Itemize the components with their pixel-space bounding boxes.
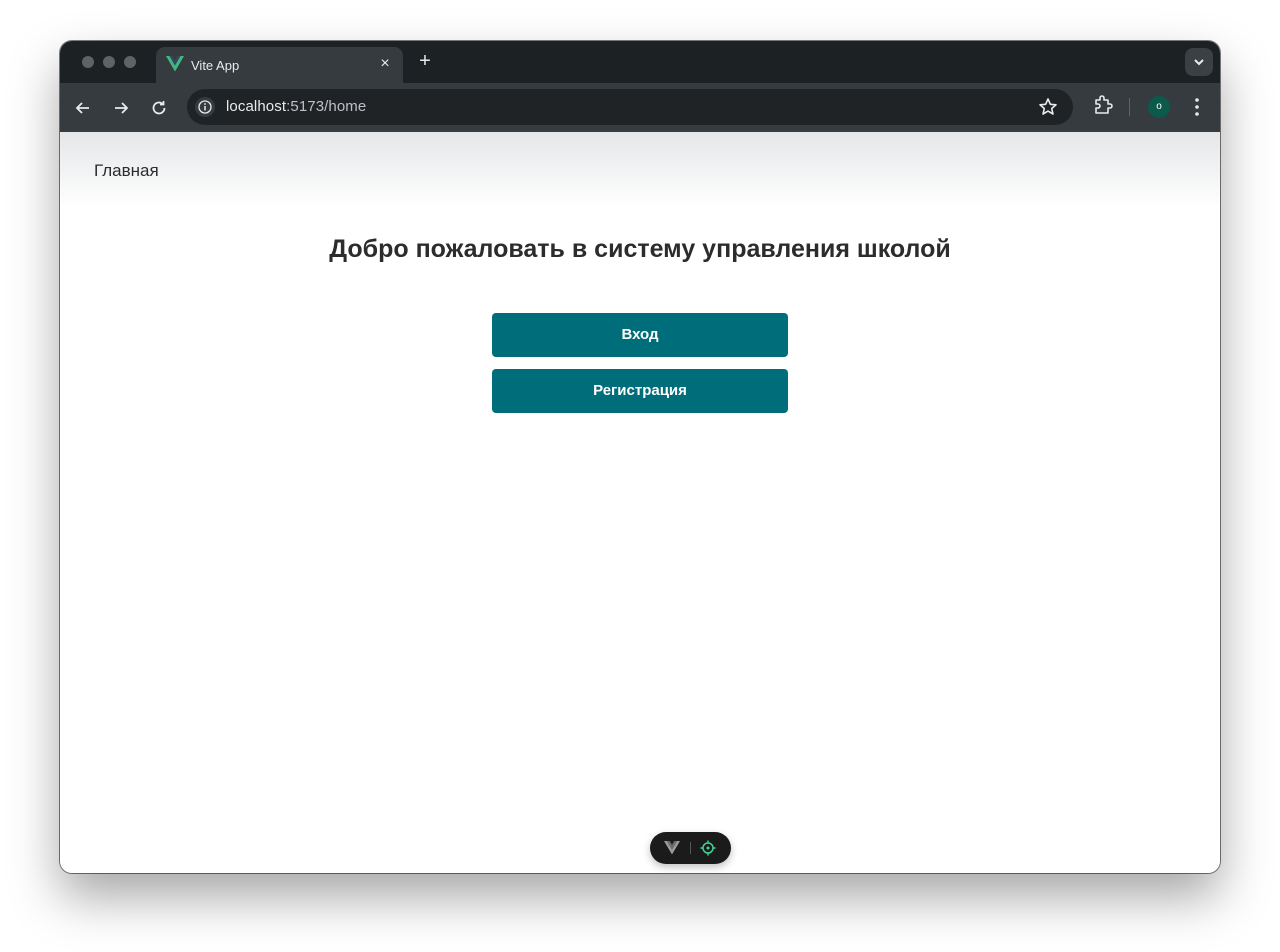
forward-arrow-icon bbox=[115, 102, 129, 114]
vue-devtools-logo-icon bbox=[664, 841, 680, 855]
page-content: Главная Добро пожаловать в систему управ… bbox=[60, 132, 1220, 873]
tab-bar: Vite App × + bbox=[60, 41, 1220, 83]
new-tab-button[interactable]: + bbox=[414, 50, 436, 72]
browser-window: Vite App × + localhost:5173/home o Главн… bbox=[60, 41, 1220, 873]
tab-search-chevron-icon bbox=[1194, 59, 1204, 66]
back-arrow-icon bbox=[75, 102, 89, 114]
tab-vite-app[interactable]: Vite App × bbox=[156, 47, 403, 83]
url-text: localhost:5173/home bbox=[226, 98, 366, 115]
tab-title: Vite App bbox=[191, 58, 240, 73]
close-window-button[interactable] bbox=[82, 56, 94, 68]
profile-avatar[interactable]: o bbox=[1148, 96, 1170, 118]
register-button[interactable]: Регистрация bbox=[492, 369, 788, 413]
url-path: :5173/home bbox=[286, 98, 367, 115]
bookmark-star-icon[interactable] bbox=[1038, 97, 1058, 117]
vue-favicon-icon bbox=[166, 56, 184, 72]
nav-home-link[interactable]: Главная bbox=[94, 161, 159, 181]
minimize-window-button[interactable] bbox=[103, 56, 115, 68]
site-info-icon bbox=[198, 100, 212, 114]
forward-button[interactable] bbox=[108, 95, 134, 121]
login-button[interactable]: Вход bbox=[492, 313, 788, 357]
reload-button[interactable] bbox=[146, 95, 172, 121]
back-button[interactable] bbox=[70, 95, 96, 121]
maximize-window-button[interactable] bbox=[124, 56, 136, 68]
url-host: localhost bbox=[226, 98, 287, 115]
site-info-button[interactable] bbox=[195, 97, 215, 117]
devtools-separator bbox=[690, 842, 691, 854]
kebab-menu-icon[interactable] bbox=[1192, 96, 1202, 118]
address-bar[interactable]: localhost:5173/home bbox=[187, 89, 1073, 125]
extensions-puzzle-icon[interactable] bbox=[1092, 94, 1114, 116]
app-header: Главная bbox=[60, 132, 1220, 208]
inspect-target-icon[interactable] bbox=[700, 840, 716, 856]
vue-devtools-toggle[interactable] bbox=[650, 832, 731, 864]
toolbar-divider bbox=[1129, 98, 1130, 116]
tab-search-button[interactable] bbox=[1185, 48, 1213, 76]
reload-icon bbox=[152, 101, 166, 115]
page-title: Добро пожаловать в систему управления шк… bbox=[329, 235, 951, 263]
browser-toolbar: localhost:5173/home bbox=[60, 83, 1220, 132]
tab-close-button[interactable]: × bbox=[375, 53, 395, 75]
